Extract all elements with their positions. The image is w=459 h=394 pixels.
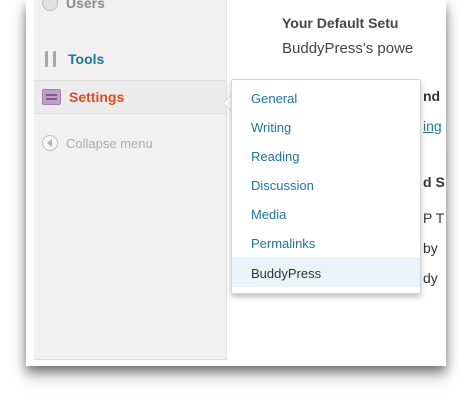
content-heading: Your Default Setu	[282, 15, 399, 31]
settings-icon	[42, 89, 61, 105]
screenshot-stage: Your Default Setu BuddyPress's powe nd i…	[0, 0, 459, 394]
sidebar-item-label: Users	[66, 0, 105, 11]
admin-sidebar: Users Tools Settings Collapse menu	[34, 0, 227, 360]
submenu-item-general[interactable]: General	[232, 84, 420, 113]
settings-submenu: General Writing Reading Discussion Media…	[231, 79, 421, 294]
admin-window: Your Default Setu BuddyPress's powe nd i…	[26, 0, 446, 366]
submenu-item-writing[interactable]: Writing	[232, 113, 420, 142]
submenu-item-media[interactable]: Media	[232, 200, 420, 229]
sidebar-item-tools[interactable]: Tools	[34, 42, 226, 76]
sidebar-item-label: Settings	[69, 89, 125, 105]
tools-icon	[42, 50, 60, 68]
submenu-item-discussion[interactable]: Discussion	[232, 171, 420, 200]
sidebar-item-users[interactable]: Users	[34, 0, 226, 16]
content-fragment: nd	[423, 88, 441, 104]
content-fragment: dy	[423, 270, 438, 286]
content-paragraph: BuddyPress's powe	[282, 40, 414, 57]
collapse-arrow-icon	[42, 135, 58, 151]
content-fragment: by	[423, 240, 438, 256]
submenu-item-buddypress[interactable]: BuddyPress	[232, 258, 420, 287]
content-fragment: P T	[423, 210, 445, 226]
users-icon	[42, 0, 58, 11]
submenu-item-reading[interactable]: Reading	[232, 142, 420, 171]
collapse-menu-label: Collapse menu	[66, 135, 153, 151]
sidebar-item-label: Tools	[68, 51, 105, 67]
content-fragment: d S	[423, 174, 445, 190]
sidebar-item-settings[interactable]: Settings	[34, 80, 226, 114]
submenu-item-permalinks[interactable]: Permalinks	[232, 229, 420, 258]
collapse-menu-button[interactable]: Collapse menu	[34, 126, 226, 160]
content-link-fragment[interactable]: ing	[423, 118, 442, 134]
